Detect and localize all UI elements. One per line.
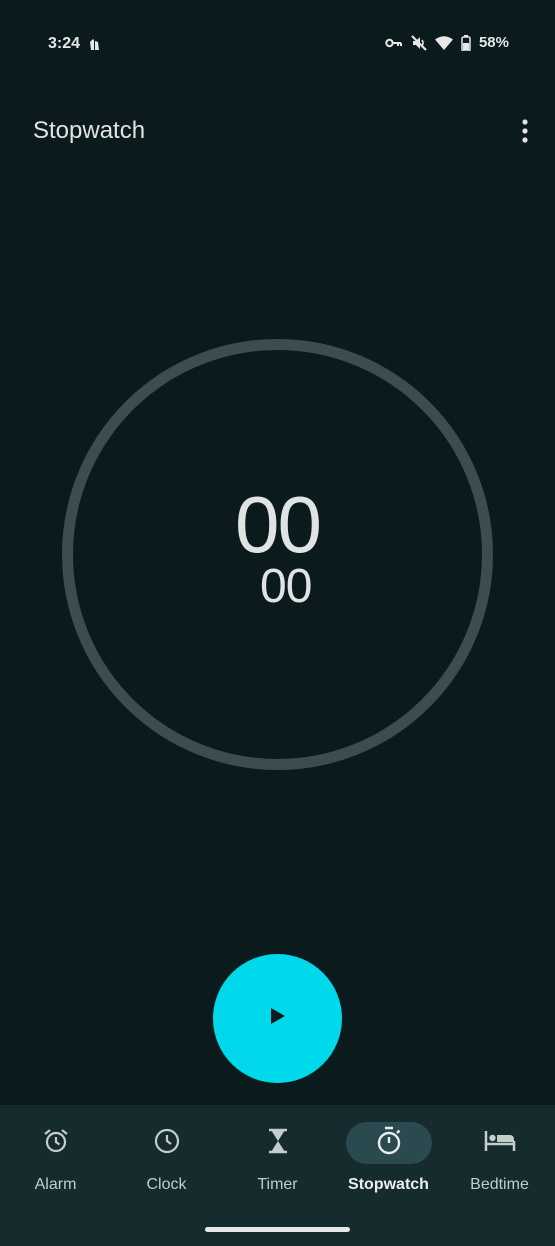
page-title: Stopwatch xyxy=(33,117,146,144)
tab-label-bedtime: Bedtime xyxy=(470,1176,529,1193)
tab-label-timer: Timer xyxy=(257,1176,298,1193)
tab-label-clock: Clock xyxy=(146,1176,187,1193)
stopwatch-icon xyxy=(375,1126,403,1161)
start-button[interactable] xyxy=(213,954,342,1083)
tab-bedtime[interactable]: Bedtime xyxy=(444,1122,555,1194)
notification-icon xyxy=(88,38,100,52)
stopwatch-seconds: 00 xyxy=(235,480,322,569)
stopwatch-dial: 00 00 xyxy=(62,339,493,770)
alarm-icon xyxy=(42,1127,70,1160)
battery-icon xyxy=(461,34,471,51)
more-options-button[interactable] xyxy=(513,115,537,151)
battery-percent: 58% xyxy=(478,34,509,51)
bed-icon xyxy=(484,1129,516,1158)
clock-icon xyxy=(153,1127,181,1160)
tab-active-indicator xyxy=(345,1122,432,1164)
status-time: 3:24 xyxy=(48,35,81,52)
hourglass-icon xyxy=(266,1127,290,1160)
bottom-navigation: Alarm Clock Timer Stopwatch Bedtime xyxy=(0,1105,555,1246)
status-bar: 3:24 58% xyxy=(0,0,555,90)
tab-stopwatch[interactable]: Stopwatch xyxy=(333,1122,444,1194)
status-icons: 58% xyxy=(385,34,509,51)
mute-icon xyxy=(411,34,427,51)
tab-label-alarm: Alarm xyxy=(34,1176,77,1193)
tab-clock[interactable]: Clock xyxy=(111,1122,222,1194)
key-icon xyxy=(385,37,403,49)
stopwatch-hundredths: 00 xyxy=(260,560,312,613)
tab-alarm[interactable]: Alarm xyxy=(0,1122,111,1194)
play-icon xyxy=(270,1007,286,1030)
tab-timer[interactable]: Timer xyxy=(222,1122,333,1194)
tab-label-stopwatch: Stopwatch xyxy=(348,1176,429,1193)
more-vert-icon xyxy=(522,118,528,148)
gesture-handle[interactable] xyxy=(205,1227,350,1232)
wifi-icon xyxy=(434,35,453,50)
